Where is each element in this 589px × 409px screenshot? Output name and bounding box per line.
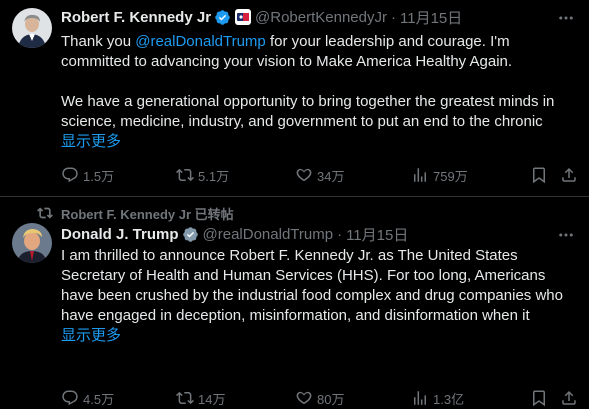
- action-bar: 1.5万 5.1万 34万 759万: [61, 165, 581, 185]
- author-name[interactable]: Robert F. Kennedy Jr: [61, 9, 211, 26]
- share-icon: [562, 167, 576, 182]
- more-icon: [559, 16, 573, 20]
- views-button[interactable]: 759万: [411, 166, 468, 185]
- bookmark-button[interactable]: [530, 166, 548, 184]
- views-button[interactable]: 1.3亿: [411, 389, 464, 408]
- more-options-button[interactable]: [557, 9, 575, 27]
- affiliation-badge-icon[interactable]: [235, 9, 252, 25]
- repost-button[interactable]: 5.1万: [176, 166, 229, 185]
- repost-button[interactable]: 14万: [176, 389, 225, 408]
- author-handle[interactable]: @RobertKennedyJr: [255, 9, 387, 26]
- share-icon: [562, 390, 576, 405]
- tweet[interactable]: Robert F. Kennedy Jr @RobertKennedyJr · …: [0, 0, 589, 197]
- reply-button[interactable]: 1.5万: [61, 166, 114, 185]
- reply-count: 4.5万: [83, 391, 115, 407]
- share-button[interactable]: [560, 389, 578, 407]
- like-count: 34万: [317, 168, 345, 184]
- tweet-paragraph: We have a generational opportunity to br…: [61, 93, 555, 130]
- tweet-paragraph: Thank you @realDonaldTrump for your lead…: [61, 32, 581, 72]
- views-count: 1.3亿: [433, 391, 465, 407]
- repost-count: 5.1万: [198, 168, 230, 184]
- repost-icon: [176, 391, 194, 405]
- separator-dot: ·: [337, 225, 343, 243]
- reply-icon: [62, 390, 78, 406]
- like-icon: [296, 391, 312, 405]
- bookmark-button[interactable]: [530, 389, 548, 407]
- verified-badge-icon[interactable]: [182, 226, 199, 243]
- show-more-link[interactable]: 显示更多: [61, 326, 581, 346]
- bookmark-icon: [533, 167, 545, 184]
- like-button[interactable]: 34万: [295, 166, 344, 185]
- repost-indicator: Robert F. Kennedy Jr 已转帖: [37, 204, 234, 223]
- tweet-text: Thank you @realDonaldTrump for your lead…: [61, 32, 581, 152]
- more-options-button[interactable]: [557, 226, 575, 244]
- separator-dot: ·: [391, 8, 396, 26]
- avatar[interactable]: [12, 8, 52, 48]
- avatar-image: [12, 8, 52, 48]
- text-segment: Thank you: [61, 33, 136, 50]
- tweet-text: I am thrilled to announce Robert F. Kenn…: [61, 246, 581, 346]
- author-handle[interactable]: @realDonaldTrump: [203, 226, 334, 243]
- like-button[interactable]: 80万: [295, 389, 344, 408]
- views-count: 759万: [433, 168, 468, 184]
- like-icon: [296, 168, 312, 182]
- reply-button[interactable]: 4.5万: [61, 389, 114, 408]
- tweet-paragraph: I am thrilled to announce Robert F. Kenn…: [61, 247, 563, 324]
- reply-count: 1.5万: [83, 168, 115, 184]
- reply-icon: [62, 167, 78, 183]
- avatar-image: [12, 223, 52, 263]
- repost-label[interactable]: Robert F. Kennedy Jr 已转帖: [61, 204, 234, 223]
- more-icon: [559, 233, 573, 237]
- repost-count: 14万: [198, 391, 226, 407]
- tweet-date[interactable]: 11月15日: [346, 224, 408, 245]
- bookmark-icon: [533, 390, 545, 407]
- mention-link[interactable]: @realDonaldTrump: [135, 33, 266, 50]
- show-more-link[interactable]: 显示更多: [61, 132, 581, 152]
- action-bar: 4.5万 14万 80万 1.3亿: [61, 388, 581, 408]
- views-icon: [414, 391, 426, 405]
- tweet-header: Donald J. Trump @realDonaldTrump · 11月15…: [61, 224, 529, 244]
- avatar[interactable]: [12, 223, 52, 263]
- views-icon: [414, 168, 426, 182]
- tweet-header: Robert F. Kennedy Jr @RobertKennedyJr · …: [61, 7, 529, 27]
- author-name[interactable]: Donald J. Trump: [61, 226, 179, 243]
- verified-badge-icon[interactable]: [214, 9, 231, 26]
- share-button[interactable]: [560, 166, 578, 184]
- repost-icon: [176, 168, 194, 182]
- tweet[interactable]: Robert F. Kennedy Jr 已转帖 Donald J. Trump…: [0, 197, 589, 409]
- like-count: 80万: [317, 391, 345, 407]
- tweet-date[interactable]: 11月15日: [400, 7, 462, 28]
- repost-icon: [37, 207, 53, 219]
